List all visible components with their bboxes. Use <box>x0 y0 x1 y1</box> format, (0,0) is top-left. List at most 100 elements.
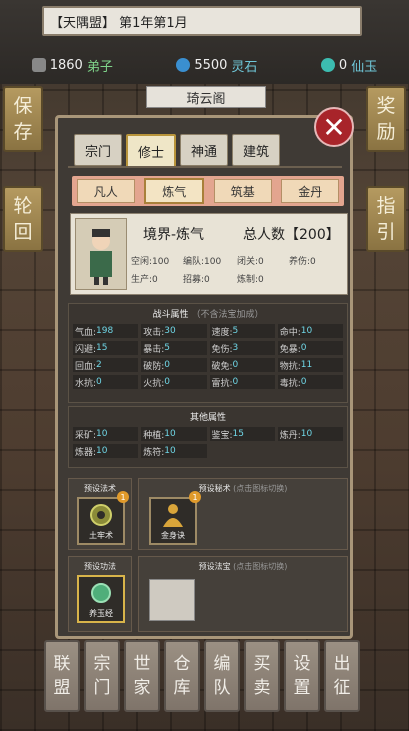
combat-stat-cell: 气血: 198 <box>73 324 139 338</box>
immortal-jade-label: 仙玉 <box>351 59 378 75</box>
cultivator-panel: 宗门 修士 神通 建筑 凡人 炼气 筑基 金丹 境界-炼气 总人数【200】 空… <box>55 115 353 639</box>
combat-stat-key: 回血: <box>75 361 97 372</box>
combat-stat-key: 免伤: <box>211 344 233 355</box>
combat-note: （不含法宝加成） <box>191 310 264 320</box>
bottom-nav-button[interactable]: 宗门 <box>84 640 120 712</box>
bottom-nav-button[interactable]: 买卖 <box>244 640 280 712</box>
combat-title-text: 战斗属性 <box>152 310 189 320</box>
save-button[interactable]: 保 存 <box>3 86 43 152</box>
combat-stat-value: 5 <box>232 326 239 336</box>
combat-stat-value: 0 <box>232 377 239 387</box>
tab-cultivator[interactable]: 修士 <box>126 134 177 168</box>
combat-stat-value: 0 <box>164 377 171 387</box>
combat-stat-key: 破免: <box>211 361 233 372</box>
treasure-empty-slot[interactable] <box>149 579 195 621</box>
stat-production: 生产:0 <box>131 275 158 285</box>
combat-stat-key: 破防: <box>143 361 165 372</box>
realm-title: 境界-炼气 <box>143 227 205 243</box>
immortal-jade-count: 0 <box>338 57 348 73</box>
bottom-nav-label-top: 出 <box>333 654 351 674</box>
combat-stat-key: 闪避: <box>75 344 97 355</box>
subtab-qi-refining[interactable]: 炼气 <box>144 178 205 204</box>
stat-healing: 养伤:0 <box>289 257 316 267</box>
combat-stat-value: 0 <box>300 343 307 353</box>
bottom-nav-label-bottom: 置 <box>293 678 311 698</box>
subtab-foundation[interactable]: 筑基 <box>213 179 272 203</box>
other-stat-cell: 鉴宝: 15 <box>209 427 275 441</box>
preset-treasure-label: 预设法宝 (点击图标切换) <box>139 561 347 572</box>
other-stat-cell: 炼丹: 10 <box>277 427 343 441</box>
combat-stat-cell: 命中: 10 <box>277 324 343 338</box>
magic-badge: 1 <box>117 491 129 503</box>
date-display: 【天隅盟】 第1年第1月 <box>42 6 362 36</box>
combat-stat-cell: 火抗: 0 <box>141 375 207 389</box>
tab-sect[interactable]: 宗门 <box>74 134 123 166</box>
other-stat-key: 鉴宝: <box>211 430 233 441</box>
combat-stat-value: 15 <box>96 343 108 353</box>
subtab-mortal[interactable]: 凡人 <box>76 179 135 203</box>
combat-stat-value: 5 <box>164 343 171 353</box>
magic-skill-slot[interactable]: 1 土牢术 <box>77 491 129 545</box>
combat-stat-value: 198 <box>96 326 114 336</box>
tab-building[interactable]: 建筑 <box>232 134 281 166</box>
preset-method-area: 预设功法 养玉经 <box>68 556 132 632</box>
bottom-nav-button[interactable]: 编队 <box>204 640 240 712</box>
preset-secret-note: (点击图标切换) <box>233 484 288 493</box>
resource-bar: 1860 弟子 5500 灵石 0 仙玉 <box>0 52 409 78</box>
combat-stat-key: 物抗: <box>279 361 301 372</box>
combat-stat-key: 毒抗: <box>279 378 301 389</box>
bottom-nav-button[interactable]: 出征 <box>324 640 360 712</box>
combat-stat-key: 暴击: <box>143 344 165 355</box>
cultivator-portrait <box>75 218 127 290</box>
bottom-nav-button[interactable]: 仓库 <box>164 640 200 712</box>
save-label-2: 存 <box>13 121 33 143</box>
close-button[interactable]: ✕ <box>314 107 354 147</box>
secret-skill-slot[interactable]: 1 金身诀 <box>149 491 201 545</box>
magic-skill-name: 土牢术 <box>89 531 113 540</box>
main-tabs: 宗门 修士 神通 建筑 <box>74 134 281 168</box>
stat-retreat: 闭关:0 <box>237 257 264 267</box>
resource-spirit-stone: 5500 灵石 <box>176 56 257 75</box>
bottom-nav-label-bottom: 队 <box>213 678 231 698</box>
combat-title: 战斗属性 （不含法宝加成） <box>69 307 347 320</box>
other-stat-key: 种植: <box>143 430 165 441</box>
golden-body-icon <box>163 504 183 527</box>
combat-stat-value: 30 <box>164 326 176 336</box>
stat-recruit: 招募:0 <box>183 275 210 285</box>
earth-prison-icon <box>90 504 112 526</box>
other-stat-value: 10 <box>164 446 176 456</box>
combat-stat-cell: 水抗: 0 <box>73 375 139 389</box>
spirit-stone-icon <box>176 58 191 72</box>
realm-subtabs: 凡人 炼气 筑基 金丹 <box>72 176 344 206</box>
bottom-nav-button[interactable]: 世家 <box>124 640 160 712</box>
combat-stat-cell: 闪避: 15 <box>73 341 139 355</box>
reward-label-1: 奖 <box>376 95 396 117</box>
bottom-nav-button[interactable]: 设置 <box>284 640 320 712</box>
reincarnation-button[interactable]: 轮 回 <box>3 186 43 252</box>
combat-stat-cell: 攻击: 30 <box>141 324 207 338</box>
guide-label-2: 引 <box>376 221 396 243</box>
disciple-label: 弟子 <box>86 59 113 75</box>
reincarnation-label-1: 轮 <box>13 195 33 217</box>
bottom-nav-label-bottom: 盟 <box>53 678 71 698</box>
other-stat-cell: 炼符: 10 <box>141 444 207 458</box>
realm-info-box: 境界-炼气 总人数【200】 空闲:100 编队:100 闭关:0 养伤:0 生… <box>70 213 348 295</box>
combat-stat-value: 0 <box>300 377 307 387</box>
reward-button[interactable]: 奖 励 <box>366 86 406 152</box>
other-stat-cell: 种植: 10 <box>141 427 207 441</box>
guide-label-1: 指 <box>376 195 396 217</box>
method-skill-name: 养玉经 <box>89 609 113 618</box>
combat-stat-key: 速度: <box>211 327 233 338</box>
bottom-nav-button[interactable]: 联盟 <box>44 640 80 712</box>
guide-button[interactable]: 指 引 <box>366 186 406 252</box>
bottom-nav-label-bottom: 库 <box>173 678 191 698</box>
combat-stat-key: 雷抗: <box>211 378 233 389</box>
stat-refine: 炼制:0 <box>237 275 264 285</box>
subtab-golden-core[interactable]: 金丹 <box>281 179 340 203</box>
bottom-nav-label-top: 编 <box>213 654 231 674</box>
bottom-nav-label-bottom: 家 <box>133 678 151 698</box>
method-skill-slot[interactable]: 养玉经 <box>77 575 125 623</box>
tab-divine-power[interactable]: 神通 <box>180 134 229 166</box>
bottom-nav-label-top: 世 <box>133 654 151 674</box>
combat-attributes: 战斗属性 （不含法宝加成） 气血: 198 攻击: 30 速度: 5 命中: 10 闪避: 15 暴… <box>68 303 348 403</box>
